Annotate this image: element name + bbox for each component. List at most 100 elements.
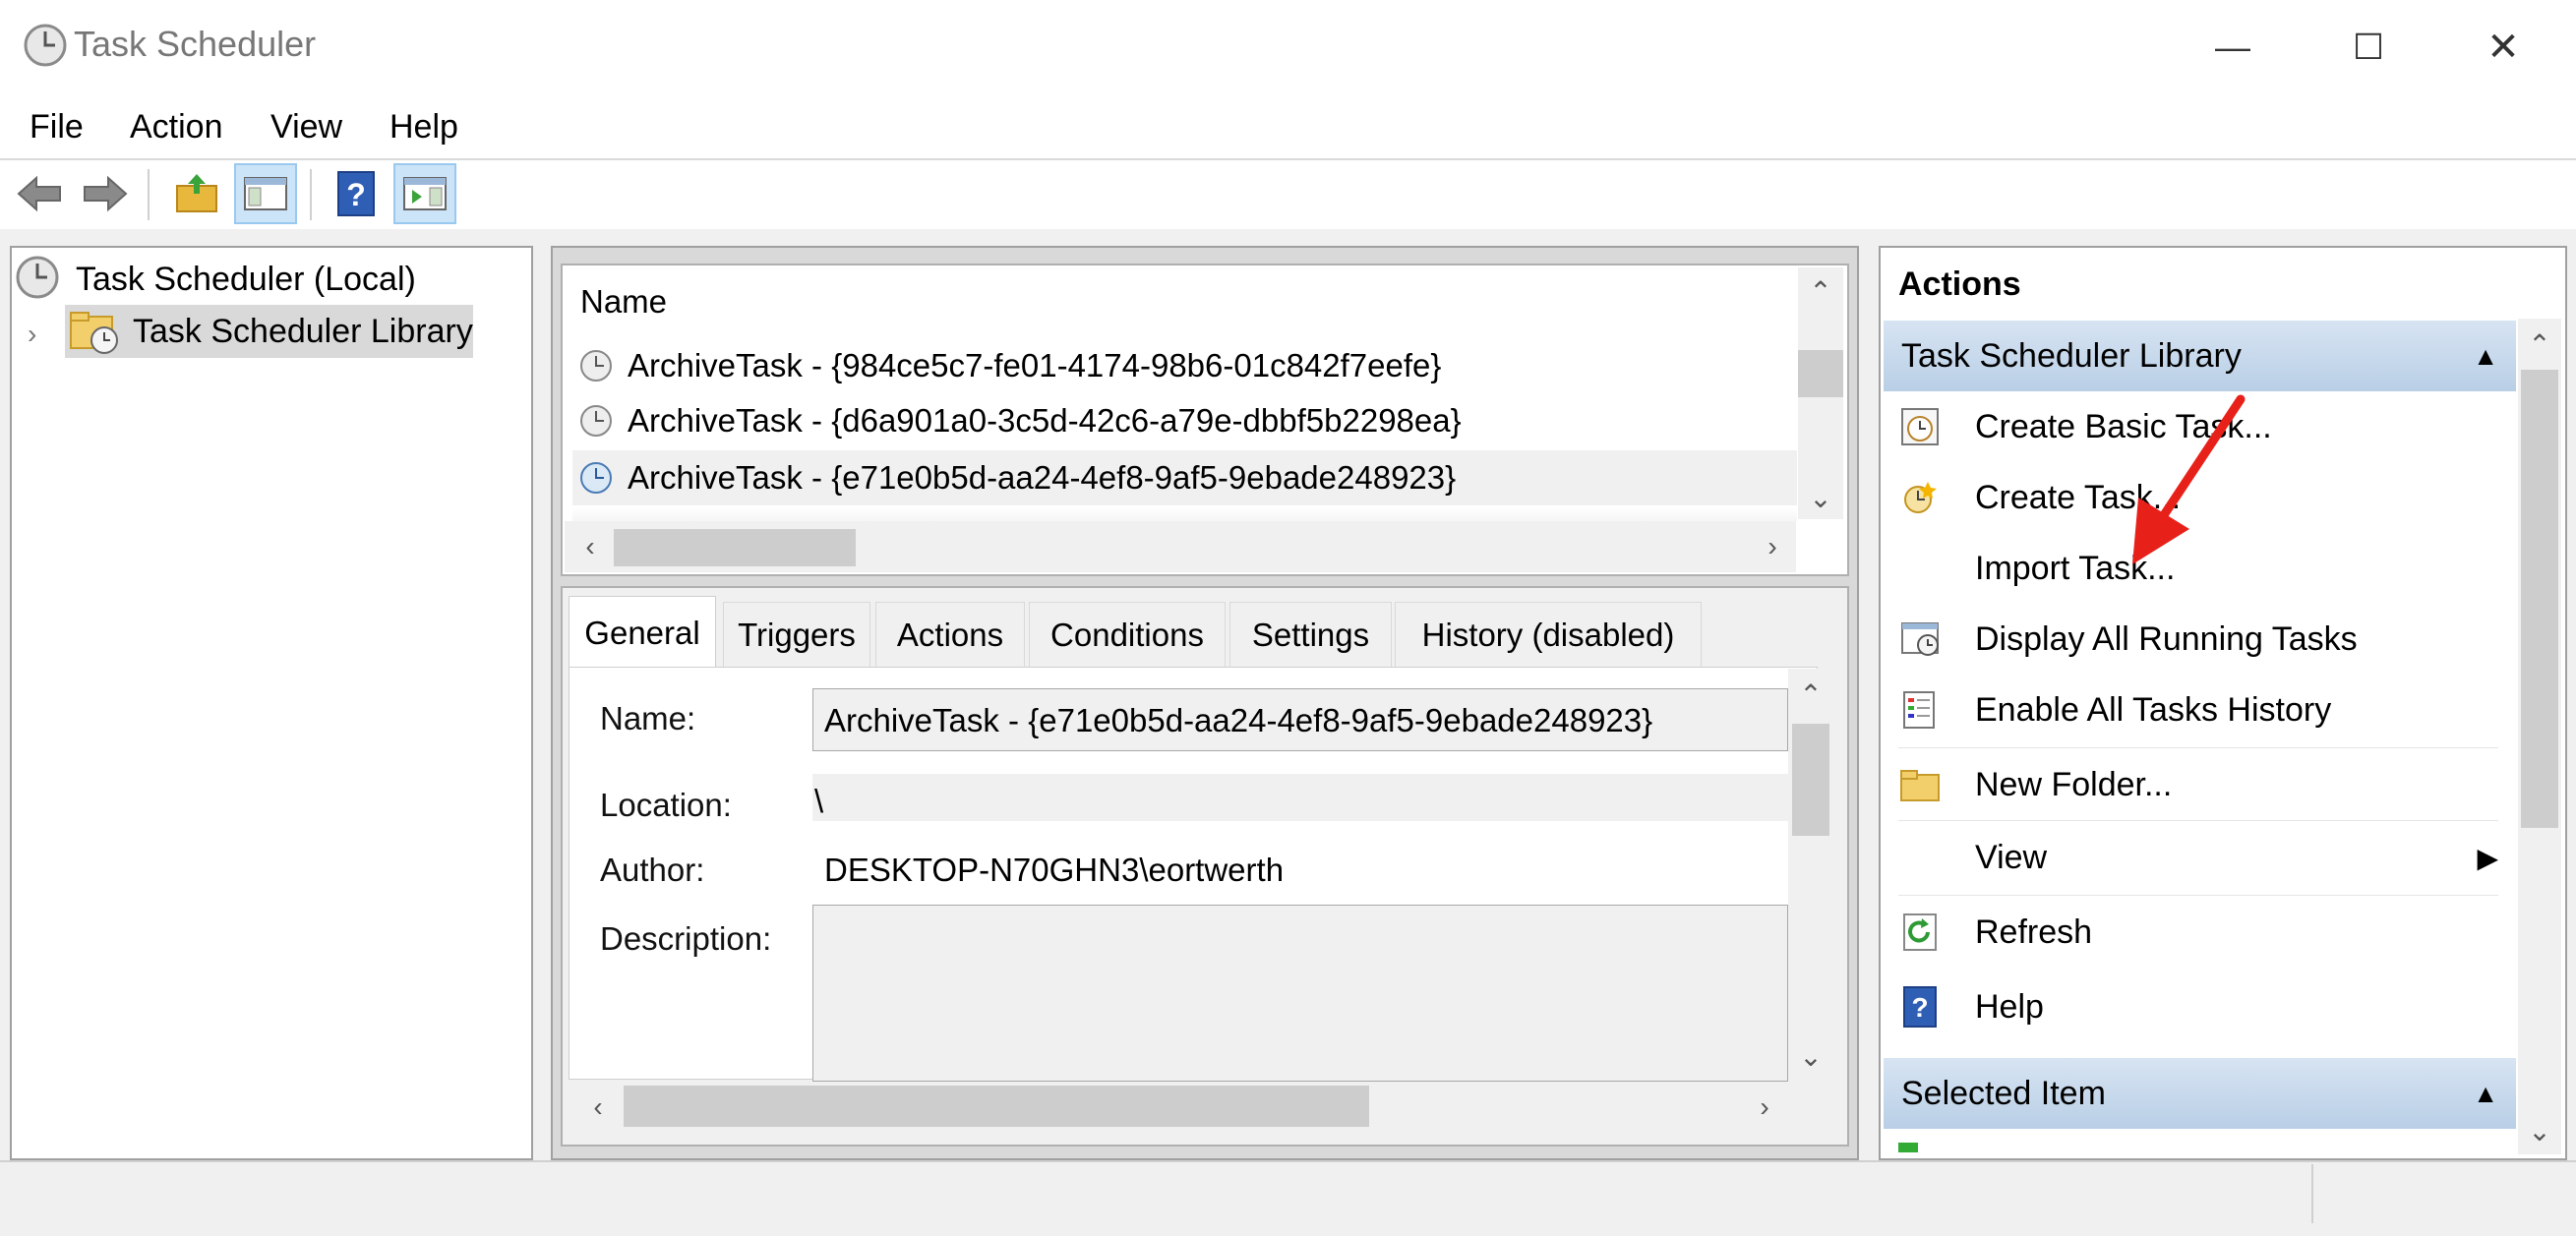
scrollbar-thumb[interactable] bbox=[614, 529, 856, 566]
console-tree bbox=[10, 246, 533, 1160]
scrollbar-thumb[interactable] bbox=[1792, 724, 1829, 836]
section-header-label: Task Scheduler Library bbox=[1901, 336, 2242, 375]
help-toolbar-button[interactable]: ? bbox=[325, 163, 388, 224]
action-label: View bbox=[1975, 838, 2048, 876]
show-hide-action-pane-button[interactable] bbox=[393, 163, 456, 224]
scroll-up-icon[interactable]: ⌃ bbox=[2518, 324, 2561, 364]
history-icon bbox=[1903, 691, 1935, 729]
action-enable-tasks-history[interactable]: Enable All Tasks History bbox=[1888, 675, 2498, 745]
location-value: \ bbox=[814, 783, 824, 819]
action-view[interactable]: View ▶ bbox=[1888, 822, 2498, 893]
task-name: ArchiveTask - {e71e0b5d-aa24-4ef8-9af5-9… bbox=[628, 459, 1457, 496]
collapse-icon[interactable]: ▲ bbox=[2473, 1079, 2498, 1109]
close-button[interactable]: ✕ bbox=[2439, 0, 2567, 93]
svg-text:?: ? bbox=[1911, 992, 1928, 1023]
section-header-library[interactable]: Task Scheduler Library ▲ bbox=[1884, 321, 2516, 391]
tab-triggers[interactable]: Triggers bbox=[723, 602, 870, 667]
task-name: ArchiveTask - {984ce5c7-fe01-4174-98b6-0… bbox=[628, 347, 1442, 383]
up-folder-icon bbox=[176, 174, 217, 212]
scroll-left-icon[interactable]: ‹ bbox=[570, 527, 610, 566]
back-arrow-icon bbox=[17, 175, 61, 212]
help-icon: ? bbox=[1903, 986, 1937, 1028]
divider bbox=[1898, 747, 2498, 748]
clock-icon bbox=[580, 350, 612, 382]
partial-action-icon bbox=[1898, 1143, 1918, 1152]
refresh-icon bbox=[1903, 913, 1937, 951]
forward-button[interactable] bbox=[74, 163, 137, 224]
create-basic-task-icon bbox=[1901, 408, 1939, 445]
running-tasks-icon bbox=[1901, 622, 1939, 656]
tree-item-library[interactable]: Task Scheduler Library bbox=[133, 313, 473, 351]
menu-action[interactable]: Action bbox=[130, 108, 223, 147]
create-task-icon bbox=[1904, 482, 1937, 513]
menu-view[interactable]: View bbox=[270, 108, 342, 147]
submenu-arrow-icon: ▶ bbox=[2477, 842, 2498, 873]
author-label: Author: bbox=[600, 852, 705, 888]
scroll-down-icon[interactable]: ⌄ bbox=[1798, 478, 1843, 517]
status-bar bbox=[0, 1160, 2576, 1236]
scrollbar-thumb[interactable] bbox=[1798, 350, 1843, 397]
description-label: Description: bbox=[600, 920, 772, 957]
help-icon: ? bbox=[337, 171, 375, 216]
section-header-selected-item[interactable]: Selected Item ▲ bbox=[1884, 1058, 2516, 1129]
show-hide-console-tree-button[interactable] bbox=[234, 163, 297, 224]
action-help[interactable]: ? Help bbox=[1888, 971, 2498, 1042]
annotation-arrow bbox=[2132, 394, 2246, 564]
task-scheduler-app-icon bbox=[22, 20, 69, 76]
menu-file[interactable]: File bbox=[30, 108, 84, 147]
action-pane-icon bbox=[403, 177, 447, 210]
clock-icon bbox=[580, 405, 612, 437]
task-row[interactable]: ArchiveTask - {d6a901a0-3c5d-42c6-a79e-d… bbox=[572, 393, 1797, 448]
column-header-name[interactable]: Name bbox=[580, 283, 667, 321]
minimize-button[interactable]: — bbox=[2169, 0, 2297, 93]
scroll-down-icon[interactable]: ⌄ bbox=[1788, 1036, 1833, 1076]
name-field[interactable]: ArchiveTask - {e71e0b5d-aa24-4ef8-9af5-9… bbox=[824, 702, 1652, 739]
scroll-right-icon[interactable]: › bbox=[1753, 527, 1792, 566]
name-label: Name: bbox=[600, 700, 696, 736]
folder-clock-icon bbox=[69, 307, 120, 361]
scrollbar-thumb[interactable] bbox=[2521, 370, 2558, 828]
location-label: Location: bbox=[600, 787, 732, 823]
scroll-left-icon[interactable]: ‹ bbox=[578, 1088, 618, 1127]
action-label: Enable All Tasks History bbox=[1975, 690, 2332, 729]
scroll-up-icon[interactable]: ⌃ bbox=[1788, 675, 1833, 714]
menu-help[interactable]: Help bbox=[389, 108, 458, 147]
partial-task-row bbox=[572, 507, 1797, 521]
scroll-up-icon[interactable]: ⌃ bbox=[1798, 271, 1843, 311]
divider bbox=[1898, 895, 2498, 896]
action-label: New Folder... bbox=[1975, 765, 2173, 803]
scroll-right-icon[interactable]: › bbox=[1745, 1088, 1784, 1127]
window-title: Task Scheduler bbox=[74, 24, 317, 64]
scroll-down-icon[interactable]: ⌄ bbox=[2518, 1111, 2561, 1150]
chevron-right-icon[interactable]: › bbox=[28, 319, 36, 350]
actions-title: Actions bbox=[1898, 265, 2021, 303]
toolbar-separator bbox=[148, 169, 150, 220]
action-label: Refresh bbox=[1975, 912, 2093, 951]
tab-settings[interactable]: Settings bbox=[1229, 602, 1392, 667]
divider bbox=[1898, 820, 2498, 821]
tab-history[interactable]: History (disabled) bbox=[1395, 602, 1702, 667]
back-button[interactable] bbox=[8, 163, 71, 224]
new-folder-icon bbox=[1900, 770, 1940, 801]
forward-arrow-icon bbox=[84, 175, 128, 212]
tab-conditions[interactable]: Conditions bbox=[1029, 602, 1226, 667]
action-refresh[interactable]: Refresh bbox=[1888, 897, 2498, 968]
author-value: DESKTOP-N70GHN3\eortwerth bbox=[824, 852, 1285, 888]
clock-icon bbox=[580, 462, 612, 494]
action-display-running-tasks[interactable]: Display All Running Tasks bbox=[1888, 604, 2498, 675]
up-level-button[interactable] bbox=[165, 163, 228, 224]
tree-item-root[interactable]: Task Scheduler (Local) bbox=[76, 261, 416, 299]
task-row-selected[interactable]: ArchiveTask - {e71e0b5d-aa24-4ef8-9af5-9… bbox=[572, 450, 1797, 505]
scrollbar-thumb[interactable] bbox=[624, 1086, 1369, 1127]
task-row[interactable]: ArchiveTask - {984ce5c7-fe01-4174-98b6-0… bbox=[572, 338, 1797, 393]
svg-text:?: ? bbox=[346, 177, 366, 212]
tab-actions[interactable]: Actions bbox=[875, 602, 1025, 667]
collapse-icon[interactable]: ▲ bbox=[2473, 341, 2498, 372]
tab-general[interactable]: General bbox=[569, 596, 716, 669]
action-label: Help bbox=[1975, 987, 2044, 1026]
maximize-button[interactable]: ☐ bbox=[2305, 0, 2432, 93]
toolbar-separator bbox=[310, 169, 312, 220]
clock-icon bbox=[14, 254, 61, 306]
action-new-folder[interactable]: New Folder... bbox=[1888, 749, 2498, 820]
description-field[interactable] bbox=[812, 905, 1788, 1082]
